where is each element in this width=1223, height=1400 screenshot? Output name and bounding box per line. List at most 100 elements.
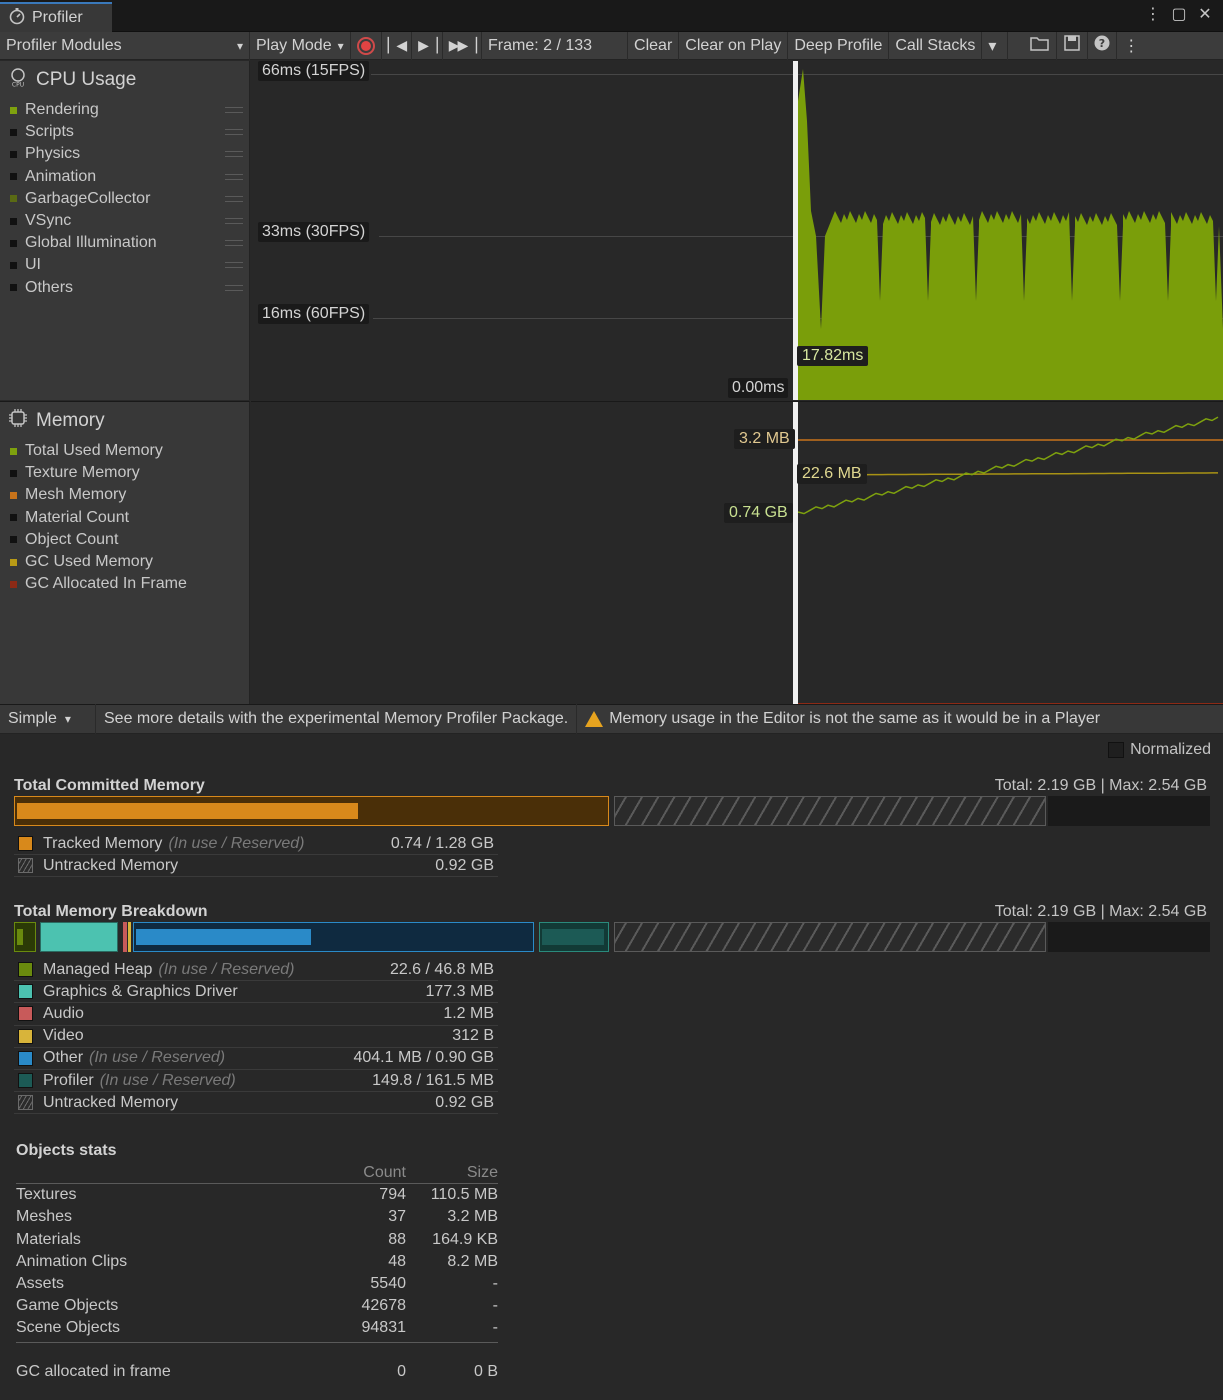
drag-handle-icon[interactable] — [225, 129, 243, 136]
objects-table-row[interactable]: Scene Objects 94831 - — [16, 1317, 498, 1339]
legend-item[interactable]: Mesh Memory — [0, 484, 249, 506]
objects-table-row[interactable]: Textures 794 110.5 MB — [16, 1184, 498, 1206]
memory-legend-row[interactable]: Tracked Memory (In use / Reserved) 0.74 / … — [14, 833, 498, 856]
deep-profile-button[interactable]: Deep Profile — [788, 31, 890, 60]
drag-handle-icon[interactable] — [225, 151, 243, 158]
drag-handle-icon[interactable] — [225, 107, 243, 113]
committed-memory-bar[interactable] — [14, 796, 1210, 826]
objects-table-row[interactable]: Game Objects 42678 - — [16, 1295, 498, 1317]
legend-item[interactable]: Global Illumination — [0, 232, 249, 254]
drag-handle-icon[interactable] — [225, 217, 243, 224]
maximize-icon[interactable]: ▢ — [1171, 4, 1187, 24]
call-stacks-dropdown[interactable]: ▾ — [982, 31, 1009, 60]
first-frame-button[interactable]: ▏◀ — [382, 31, 413, 60]
video-segment[interactable] — [128, 922, 131, 952]
memory-legend-label: Audio — [43, 1004, 84, 1022]
drag-handle-icon[interactable] — [225, 240, 243, 247]
load-button[interactable] — [1024, 31, 1058, 60]
memory-legend-label: Graphics & Graphics Driver — [43, 982, 238, 1000]
memory-legend-row[interactable]: Untracked Memory 0.92 GB — [14, 1092, 498, 1115]
objects-table-row[interactable]: Meshes 37 3.2 MB — [16, 1206, 498, 1228]
managed-heap-segment[interactable] — [14, 922, 36, 952]
close-icon[interactable]: ✕ — [1197, 4, 1213, 24]
normalized-checkbox[interactable] — [1108, 742, 1125, 758]
legend-item[interactable]: Texture Memory — [0, 462, 249, 484]
memory-chart[interactable]: 3.2 MB 22.6 MB 0.74 GB — [251, 401, 1223, 704]
objects-table-row[interactable]: Assets 5540 - — [16, 1273, 498, 1295]
drag-handle-icon[interactable] — [225, 195, 243, 202]
help-button[interactable]: ? — [1088, 31, 1118, 60]
normalized-toggle[interactable]: Normalized — [1108, 741, 1211, 759]
toolbar-more-button[interactable]: ⋮ — [1117, 32, 1145, 60]
memory-legend-row[interactable]: Untracked Memory 0.92 GB — [14, 855, 498, 878]
legend-item[interactable]: Others — [0, 277, 249, 299]
legend-swatch — [18, 1006, 33, 1022]
memory-legend-row[interactable]: Video 312 B — [14, 1026, 498, 1048]
memory-legend-row[interactable]: Graphics & Graphics Driver 177.3 MB — [14, 981, 498, 1004]
memory-legend-row[interactable]: Managed Heap (In use / Reserved) 22.6 / 46… — [14, 959, 498, 982]
untracked-segment[interactable] — [614, 922, 1046, 952]
gc-allocated-row[interactable]: GC allocated in frame 0 0 B — [16, 1361, 498, 1383]
clear-button[interactable]: Clear — [628, 31, 680, 60]
save-button[interactable] — [1057, 31, 1089, 60]
cpu-rendering-graph — [793, 61, 1223, 400]
drag-handle-icon[interactable] — [225, 173, 243, 180]
legend-label: Mesh Memory — [25, 486, 127, 504]
legend-item[interactable]: GC Used Memory — [0, 551, 249, 573]
memory-legend-row[interactable]: Other (In use / Reserved) 404.1 MB / 0.90 … — [14, 1048, 498, 1070]
objects-table-row[interactable]: Materials 88 164.9 KB — [16, 1229, 498, 1251]
legend-item[interactable]: UI — [0, 254, 249, 276]
objects-separator — [16, 1341, 498, 1343]
legend-label: Object Count — [25, 530, 119, 548]
audio-segment[interactable] — [123, 922, 127, 952]
memory-module-legend[interactable]: Memory Total Used Memory Texture Memory Me… — [0, 401, 250, 704]
call-stacks-button[interactable]: Call Stacks — [889, 31, 983, 60]
other-segment[interactable] — [133, 922, 534, 952]
legend-item[interactable]: Rendering — [0, 99, 249, 121]
legend-swatch — [18, 858, 33, 874]
legend-item[interactable]: VSync — [0, 210, 249, 232]
tracked-used-segment — [17, 803, 358, 819]
memory-legend-label: Tracked Memory — [43, 834, 163, 852]
legend-item[interactable]: Material Count — [0, 507, 249, 529]
untracked-segment[interactable] — [614, 796, 1046, 826]
last-frame-button[interactable]: ▶▶▕ — [443, 31, 483, 60]
graphics-segment[interactable] — [40, 922, 118, 952]
view-mode-dropdown[interactable]: Simple ▾ — [0, 704, 96, 734]
legend-item[interactable]: GarbageCollector — [0, 188, 249, 210]
next-frame-button[interactable]: ▶▕ — [412, 31, 443, 60]
profiler-segment[interactable] — [539, 922, 609, 952]
legend-item[interactable]: Physics — [0, 143, 249, 165]
objects-table-row[interactable]: Animation Clips 48 8.2 MB — [16, 1251, 498, 1273]
fps15-label: 66ms (15FPS) — [258, 61, 370, 81]
legend-item[interactable]: Object Count — [0, 529, 249, 551]
memory-legend-row[interactable]: Profiler (In use / Reserved) 149.8 / 161.5… — [14, 1070, 498, 1093]
frame-counter: Frame: 2 / 133 — [482, 31, 629, 60]
objects-header-cell: Count — [363, 1163, 406, 1181]
record-button[interactable] — [351, 31, 382, 60]
legend-item[interactable]: GC Allocated In Frame — [0, 573, 249, 595]
legend-item[interactable]: Animation — [0, 166, 249, 188]
legend-item[interactable]: Total Used Memory — [0, 440, 249, 462]
breakdown-memory-bar[interactable] — [14, 922, 1210, 952]
cpu-module-header: CPU CPU Usage — [0, 61, 249, 99]
tracked-reserved-segment[interactable] — [14, 796, 609, 826]
drag-handle-icon[interactable] — [225, 262, 243, 269]
drag-handle-icon[interactable] — [225, 284, 243, 291]
legend-item[interactable]: Scripts — [0, 121, 249, 143]
profiler-modules-dropdown[interactable]: Profiler Modules — [0, 31, 250, 60]
memory-legend-row[interactable]: Audio 1.2 MB — [14, 1003, 498, 1026]
kebab-menu-icon[interactable]: ⋮ — [1145, 4, 1161, 24]
play-mode-dropdown[interactable]: Play Mode — [250, 31, 351, 60]
cpu-module-legend[interactable]: CPU CPU Usage Rendering Scripts Physics Ani… — [0, 61, 250, 400]
legend-label: UI — [25, 256, 41, 274]
next-frame-icon: ▶▕ — [418, 37, 437, 53]
legend-label: Scripts — [25, 123, 74, 141]
cpu-chart[interactable]: 66ms (15FPS) 33ms (30FPS) 16ms (60FPS) 0… — [251, 61, 1223, 400]
clear-on-play-button[interactable]: Clear on Play — [679, 31, 789, 60]
profiler-tab[interactable]: Profiler — [0, 2, 112, 32]
record-icon — [356, 36, 375, 55]
legend-swatch — [10, 173, 17, 181]
memory-package-hint[interactable]: See more details with the experimental M… — [96, 704, 578, 734]
legend-swatch — [10, 195, 17, 203]
